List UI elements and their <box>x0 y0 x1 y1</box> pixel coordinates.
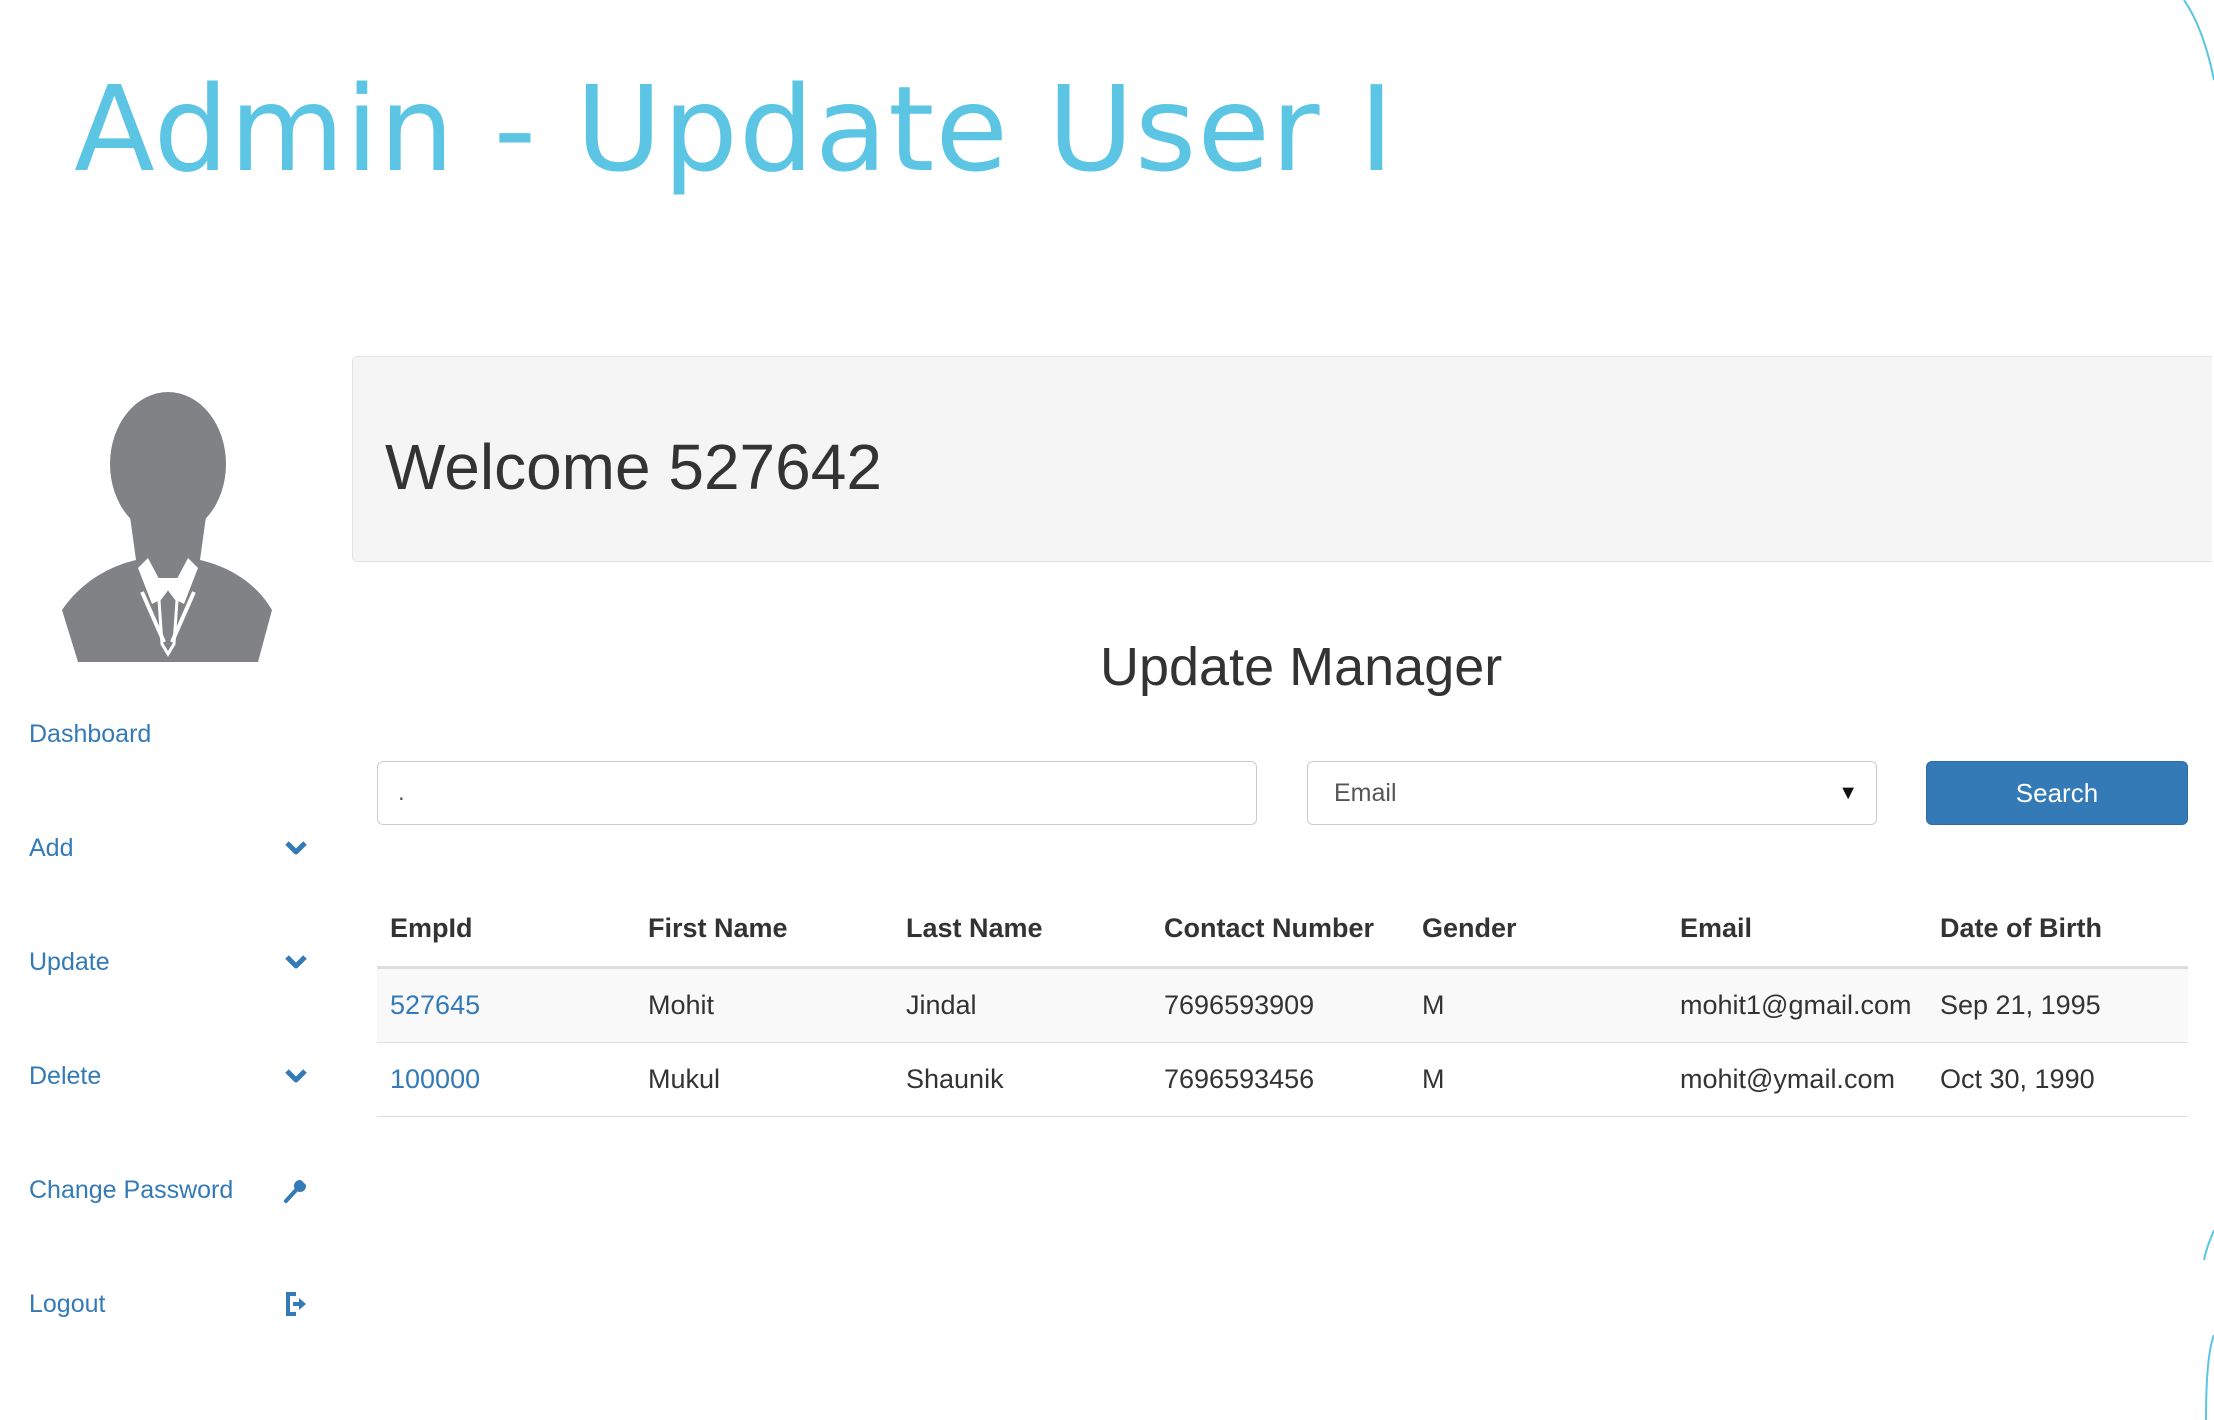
date-of-birth-cell: Sep 21, 1995 <box>1927 967 2188 1043</box>
sidebar-item-label: Dashboard <box>29 719 152 748</box>
column-header-last-name[interactable]: Last Name <box>893 890 1151 969</box>
user-silhouette-icon <box>62 392 272 662</box>
sidebar-item-change-password[interactable]: Change Password <box>29 1170 309 1210</box>
column-header-email[interactable]: Email <box>1667 890 1927 969</box>
sidebar-item-label: Change Password <box>29 1175 234 1204</box>
chevron-down-icon <box>283 1063 309 1089</box>
slide-title: Admin - Update User I <box>74 60 1395 198</box>
sidebar-item-dashboard[interactable]: Dashboard <box>29 714 309 754</box>
contact-number-cell: 7696593909 <box>1151 967 1409 1043</box>
column-header-gender[interactable]: Gender <box>1409 890 1667 969</box>
caret-down-icon: ▼ <box>1838 781 1858 804</box>
welcome-heading: Welcome 527642 <box>385 431 882 503</box>
column-header-first-name[interactable]: First Name <box>635 890 893 969</box>
gender-cell: M <box>1409 1042 1667 1117</box>
users-table: EmpId First Name Last Name Contact Numbe… <box>377 890 2188 1117</box>
search-button[interactable]: Search <box>1926 761 2188 825</box>
date-of-birth-cell: Oct 30, 1990 <box>1927 1042 2188 1117</box>
last-name-cell: Jindal <box>893 967 1151 1043</box>
column-header-empid[interactable]: EmpId <box>377 890 635 969</box>
empid-link[interactable]: 527645 <box>390 990 480 1020</box>
table-row: 100000 Mukul Shaunik 7696593456 M mohit@… <box>377 1042 2188 1117</box>
search-field-select[interactable]: Email ▼ <box>1307 761 1877 825</box>
column-header-date-of-birth[interactable]: Date of Birth <box>1927 890 2188 969</box>
page-title: Update Manager <box>1100 637 1503 697</box>
sidebar-item-logout[interactable]: Logout <box>29 1284 309 1324</box>
first-name-cell: Mukul <box>635 1042 893 1117</box>
empid-cell: 527645 <box>377 967 635 1043</box>
logout-icon <box>283 1291 309 1317</box>
email-cell: mohit1@gmail.com <box>1667 967 1927 1043</box>
sidebar-item-label: Logout <box>29 1289 106 1318</box>
select-value: Email <box>1334 778 1397 807</box>
wrench-icon <box>283 1177 309 1203</box>
table-header-row: EmpId First Name Last Name Contact Numbe… <box>377 890 2188 969</box>
contact-number-cell: 7696593456 <box>1151 1042 1409 1117</box>
chevron-down-icon <box>283 949 309 975</box>
welcome-panel: Welcome 527642 <box>352 356 2212 562</box>
sidebar-item-update[interactable]: Update <box>29 942 309 982</box>
search-input[interactable] <box>377 761 1257 825</box>
chevron-down-icon <box>283 835 309 861</box>
table-row: 527645 Mohit Jindal 7696593909 M mohit1@… <box>377 967 2188 1043</box>
column-header-contact-number[interactable]: Contact Number <box>1151 890 1409 969</box>
sidebar-item-label: Delete <box>29 1061 102 1090</box>
sidebar-item-label: Update <box>29 947 110 976</box>
sidebar-item-delete[interactable]: Delete <box>29 1056 309 1096</box>
sidebar-item-label: Add <box>29 833 74 862</box>
last-name-cell: Shaunik <box>893 1042 1151 1117</box>
gender-cell: M <box>1409 967 1667 1043</box>
slide-edge-decoration <box>2183 0 2214 1420</box>
first-name-cell: Mohit <box>635 967 893 1043</box>
empid-link[interactable]: 100000 <box>390 1064 480 1094</box>
email-cell: mohit@ymail.com <box>1667 1042 1927 1117</box>
sidebar-item-add[interactable]: Add <box>29 828 309 868</box>
empid-cell: 100000 <box>377 1042 635 1117</box>
